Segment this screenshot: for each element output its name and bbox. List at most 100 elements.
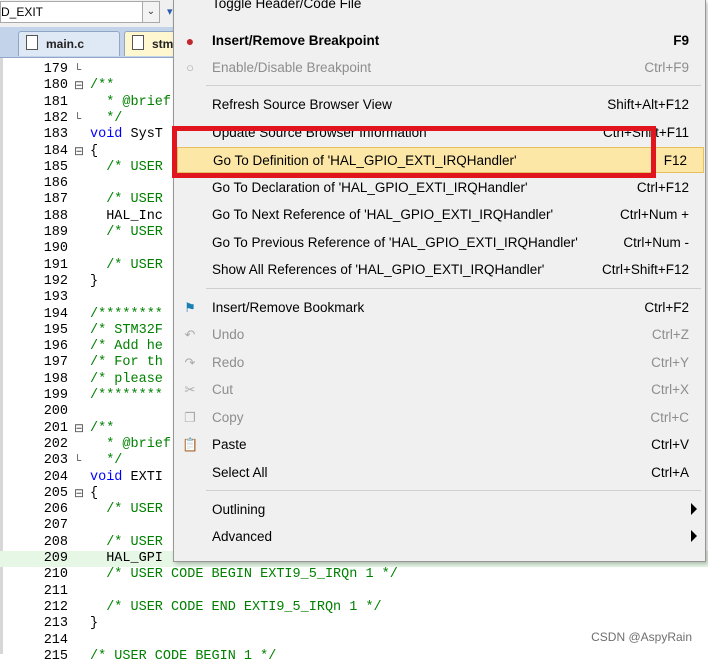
menu-item-shortcut: Ctrl+C: [650, 410, 689, 425]
breakpoint-disabled-icon: ○: [186, 60, 194, 75]
line-number: 198: [43, 371, 68, 387]
menu-item-go-to-previous-reference[interactable]: Go To Previous Reference of 'HAL_GPIO_EX…: [174, 230, 705, 256]
code-line[interactable]: 215 /* USER CODE BEGIN 1 */: [0, 649, 708, 665]
fold-marker[interactable]: ⊟: [74, 486, 86, 502]
menu-item-shortcut: Ctrl+Z: [651, 327, 689, 342]
code-text: {: [90, 485, 99, 501]
line-number: 181: [43, 94, 68, 110]
line-number: 213: [43, 616, 68, 632]
menu-item-label: Redo: [212, 355, 245, 370]
highlight-annotation-box: [172, 126, 656, 178]
menu-separator: [206, 490, 701, 491]
breakpoint-icon: ●: [185, 33, 195, 49]
menu-item-shortcut: Ctrl+V: [651, 437, 689, 452]
fold-marker: └: [74, 63, 82, 77]
line-number: 208: [43, 534, 68, 550]
menu-item-shortcut: Ctrl+Y: [651, 355, 689, 370]
tab-label: stm: [152, 37, 174, 51]
scissors-icon: ✂: [184, 382, 196, 397]
menu-item-advanced[interactable]: Advanced: [174, 524, 705, 550]
menu-item-undo[interactable]: ↶ Undo Ctrl+Z: [174, 322, 705, 348]
submenu-arrow-icon: [691, 530, 697, 542]
fold-marker[interactable]: ⊟: [74, 421, 86, 437]
code-text: /* USER: [90, 192, 163, 208]
copy-icon: ❐: [184, 410, 196, 425]
line-number: 207: [43, 518, 68, 534]
combo-value: D_EXIT: [1, 5, 44, 19]
menu-item-shortcut: Ctrl+F9: [644, 60, 689, 75]
menu-item-go-to-declaration[interactable]: Go To Declaration of 'HAL_GPIO_EXTI_IRQH…: [174, 175, 705, 201]
code-line[interactable]: 210 /* USER CODE BEGIN EXTI9_5_IRQn 1 */: [0, 567, 708, 583]
menu-item-label: Copy: [212, 410, 244, 425]
menu-item-select-all[interactable]: Select All Ctrl+A: [174, 460, 705, 486]
line-number: 183: [43, 127, 68, 143]
chevron-down-icon[interactable]: ⌄: [142, 1, 160, 23]
code-text: }: [90, 273, 99, 289]
function-combo-box[interactable]: D_EXIT ⌄: [0, 1, 160, 23]
menu-item-label: Insert/Remove Bookmark: [212, 300, 365, 315]
line-number: 184: [43, 143, 68, 159]
document-icon: [132, 35, 144, 50]
menu-item-outlining[interactable]: Outlining: [174, 497, 705, 523]
menu-item-cut[interactable]: ✂ Cut Ctrl+X: [174, 377, 705, 403]
line-number: 190: [43, 241, 68, 257]
menu-item-shortcut: Ctrl+F2: [644, 300, 689, 315]
menu-item-label: Enable/Disable Breakpoint: [212, 60, 372, 75]
menu-item-copy[interactable]: ❐ Copy Ctrl+C: [174, 405, 705, 431]
menu-item-shortcut: F12: [663, 153, 687, 168]
code-text: /* USER: [90, 257, 163, 273]
menu-item-refresh-source-browser[interactable]: Refresh Source Browser View Shift+Alt+F1…: [174, 92, 705, 118]
code-text: /* USER CODE END EXTI9_5_IRQn 1 */: [90, 599, 382, 615]
code-text: }: [90, 616, 99, 632]
line-number: 201: [43, 420, 68, 436]
code-text: * @brief: [90, 94, 172, 110]
code-text: /* please: [90, 371, 163, 387]
menu-item-toggle-header-code[interactable]: Toggle Header/Code File: [174, 0, 705, 17]
fold-marker: └: [74, 111, 82, 126]
code-text: HAL_GPI: [90, 551, 163, 566]
menu-item-insert-remove-breakpoint[interactable]: ● Insert/Remove Breakpoint F9: [174, 28, 705, 54]
menu-item-shortcut: Ctrl+F12: [636, 180, 689, 195]
menu-item-label: Outlining: [212, 502, 266, 517]
line-number: 202: [43, 436, 68, 452]
line-number: 214: [43, 632, 68, 648]
bookmark-flag-icon: ⚑: [184, 300, 196, 315]
redo-icon: ↷: [184, 355, 196, 370]
fold-marker[interactable]: ⊟: [74, 78, 86, 94]
paste-icon: 📋: [182, 437, 199, 452]
code-line[interactable]: 212 /* USER CODE END EXTI9_5_IRQn 1 */: [0, 600, 708, 616]
watermark: CSDN @AspyRain: [591, 630, 692, 644]
code-text: /**: [90, 420, 115, 436]
code-text: /* USER CODE BEGIN 1 */: [90, 648, 277, 664]
line-number: 210: [43, 567, 68, 583]
line-number: 179: [43, 62, 68, 77]
line-number: 206: [43, 502, 68, 518]
code-text: /* USER CODE BEGIN EXTI9_5_IRQn 1 */: [90, 567, 398, 583]
menu-item-label: Select All: [212, 465, 268, 480]
menu-item-shortcut: Ctrl+A: [651, 465, 689, 480]
line-number: 186: [43, 176, 68, 192]
line-number: 204: [43, 469, 68, 485]
menu-separator: [206, 85, 701, 86]
tab-bar: main.c stm: [0, 27, 184, 58]
menu-item-redo[interactable]: ↷ Redo Ctrl+Y: [174, 350, 705, 376]
line-number: 196: [43, 339, 68, 355]
line-number: 199: [43, 388, 68, 403]
menu-separator: [206, 288, 701, 289]
tab-main-c[interactable]: main.c: [18, 31, 120, 56]
menu-item-insert-remove-bookmark[interactable]: ⚑ Insert/Remove Bookmark Ctrl+F2: [174, 295, 705, 321]
menu-item-label: Refresh Source Browser View: [212, 97, 392, 112]
menu-item-enable-disable-breakpoint[interactable]: ○ Enable/Disable Breakpoint Ctrl+F9: [174, 55, 705, 81]
code-text: * @brief: [90, 436, 172, 452]
menu-item-go-to-next-reference[interactable]: Go To Next Reference of 'HAL_GPIO_EXTI_I…: [174, 202, 705, 228]
menu-item-show-all-references[interactable]: Show All References of 'HAL_GPIO_EXTI_IR…: [174, 257, 705, 283]
line-number: 200: [43, 404, 68, 420]
code-text: /* USER: [90, 502, 163, 518]
line-number: 192: [43, 273, 68, 289]
menu-item-paste[interactable]: 📋 Paste Ctrl+V: [174, 432, 705, 458]
fold-marker[interactable]: ⊟: [74, 144, 86, 160]
code-text: /********: [90, 306, 163, 322]
code-line[interactable]: 211: [0, 584, 708, 600]
line-number: 187: [43, 192, 68, 208]
menu-item-label: Paste: [212, 437, 247, 452]
